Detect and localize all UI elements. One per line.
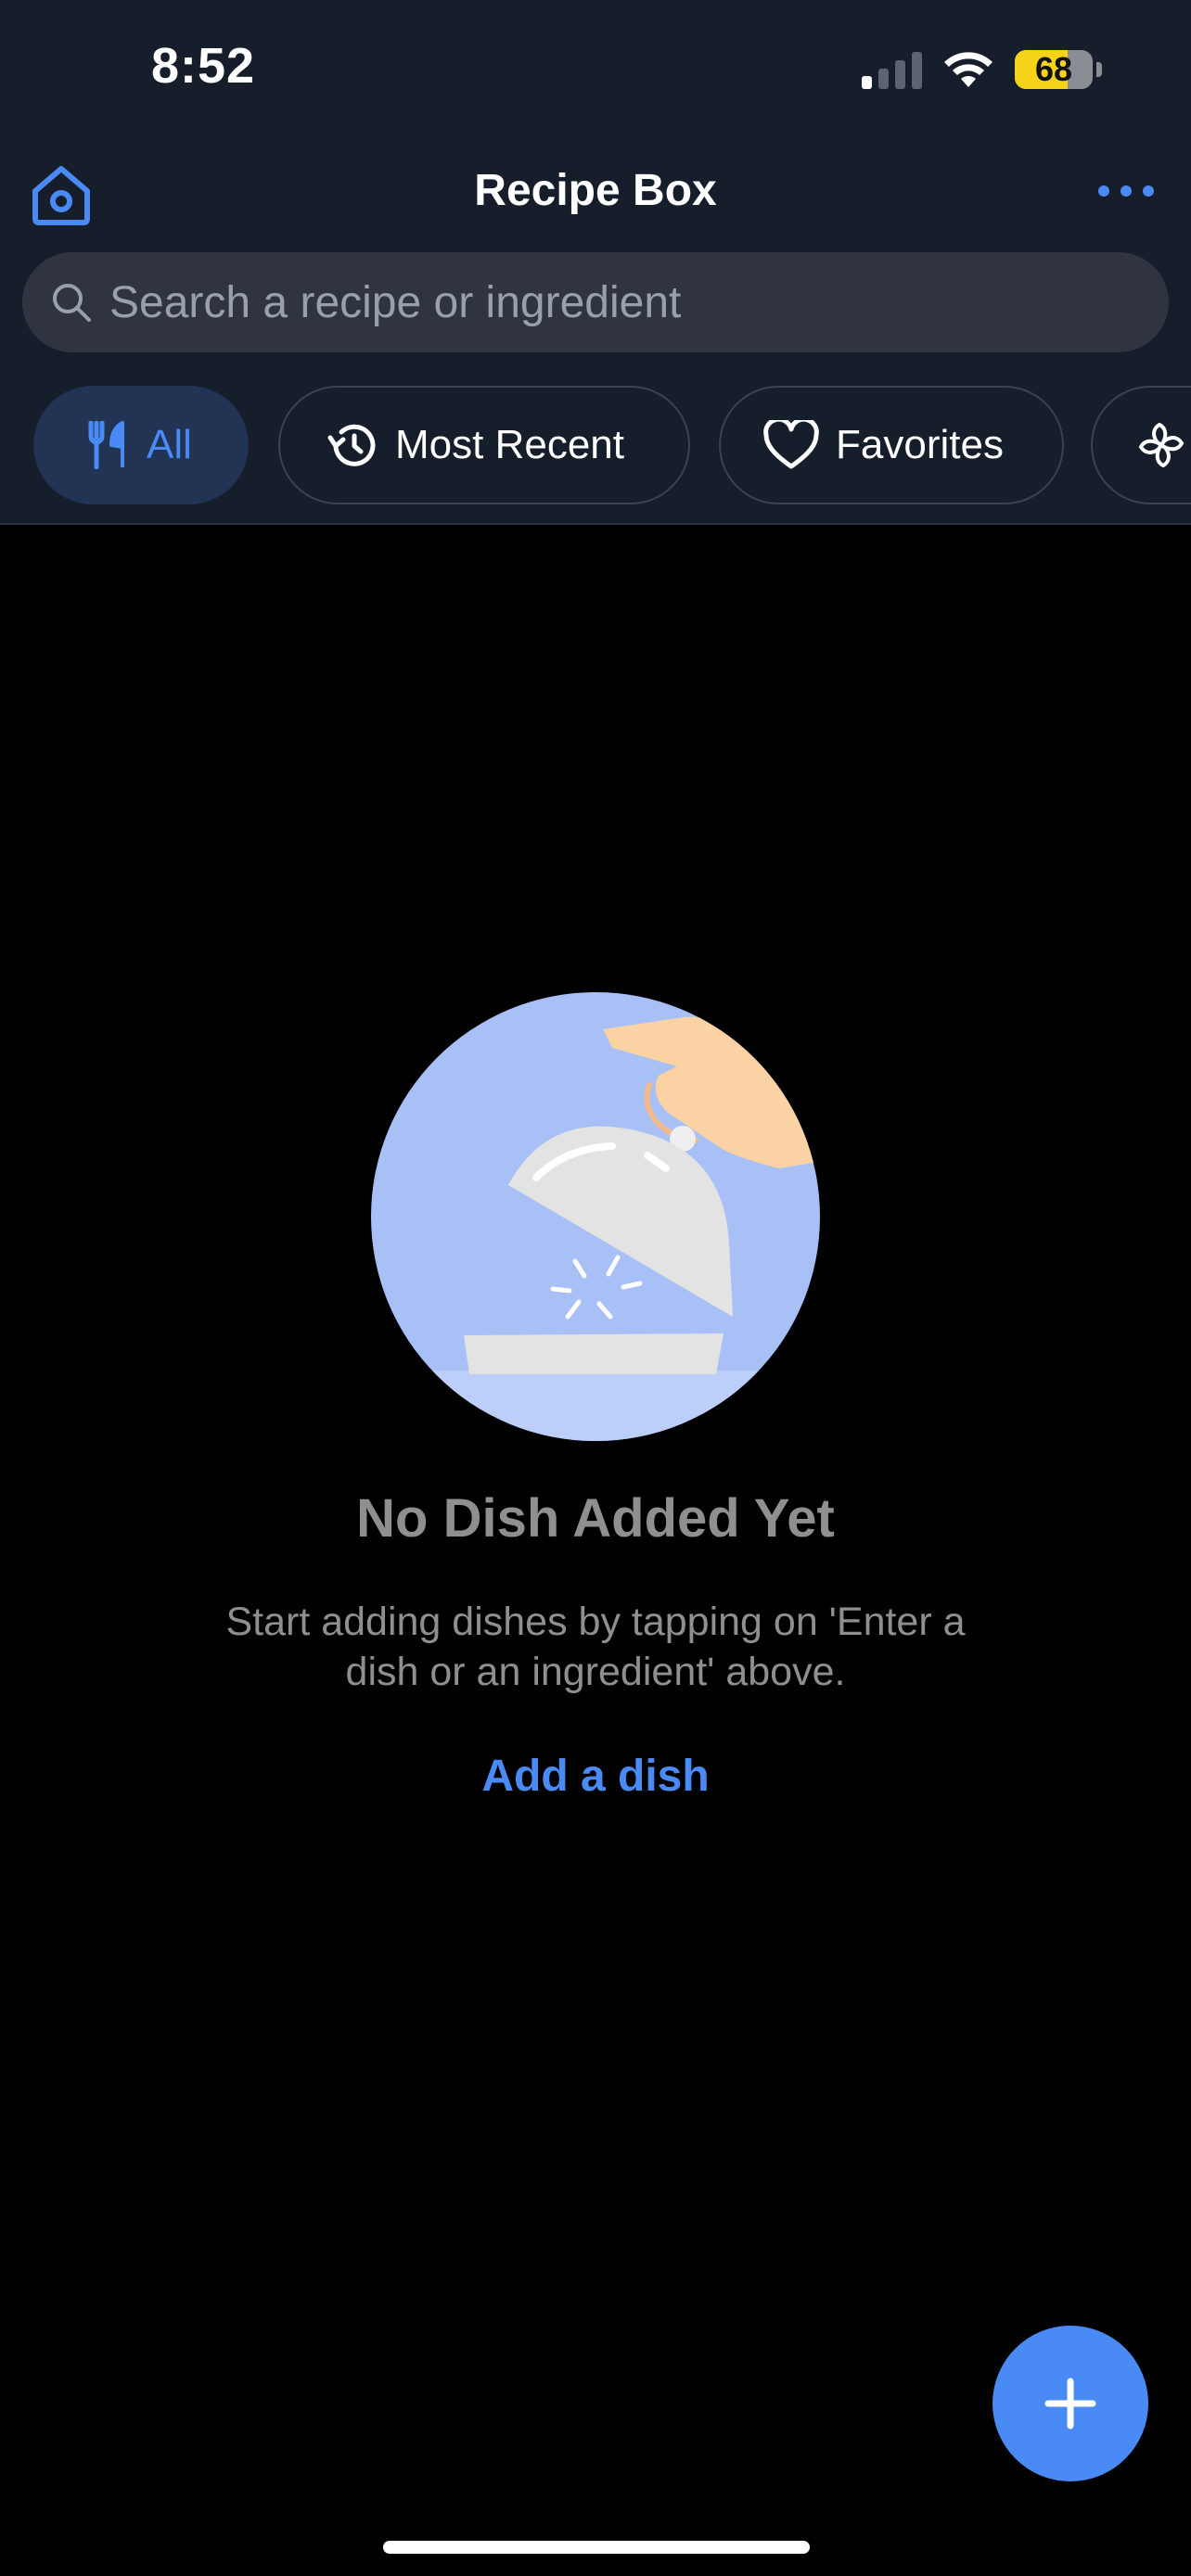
add-dish-link[interactable]: Add a dish [0, 1751, 1191, 1802]
plus-icon [1044, 2378, 1096, 2429]
filter-chip-label: All [147, 422, 192, 467]
search-bar[interactable] [22, 252, 1169, 352]
cellular-signal-icon [862, 50, 922, 89]
search-input[interactable] [109, 276, 1169, 328]
add-button[interactable] [992, 2326, 1148, 2481]
fork-knife-icon [88, 421, 124, 469]
more-options-button[interactable] [1098, 172, 1154, 210]
status-time: 8:52 [151, 38, 256, 94]
app-header: 8:52 68 Recipe Box Search a recipe or in… [0, 0, 1191, 525]
more-dot [1121, 185, 1132, 197]
filter-chip-most-recent[interactable]: Most Recent [278, 386, 690, 504]
home-indicator [383, 2541, 810, 2554]
search-icon [53, 284, 91, 322]
filter-chips: All Most Recent Favorites [33, 386, 1191, 504]
filter-chip-label: Favorites [836, 422, 1004, 467]
filter-chip-more[interactable] [1091, 386, 1191, 504]
history-icon [327, 424, 376, 466]
pinwheel-icon [1138, 422, 1185, 468]
battery-cap [1096, 62, 1102, 77]
wifi-icon [944, 52, 992, 87]
serving-cloche-illustration [371, 992, 820, 1441]
empty-state-description: Start adding dishes by tapping on 'Enter… [225, 1600, 966, 1694]
filter-chip-all[interactable]: All [33, 386, 249, 504]
filter-chip-label: Most Recent [395, 422, 624, 467]
page-title: Recipe Box [474, 166, 717, 215]
battery-icon: 68 [1015, 50, 1093, 89]
filter-chip-favorites[interactable]: Favorites [719, 386, 1064, 504]
battery-level: 68 [1034, 50, 1073, 88]
more-dot [1143, 185, 1154, 197]
heart-icon [763, 420, 819, 469]
status-icons: 68 [862, 46, 1102, 93]
more-dot [1098, 185, 1109, 197]
empty-state-title: No Dish Added Yet [356, 1488, 835, 1549]
